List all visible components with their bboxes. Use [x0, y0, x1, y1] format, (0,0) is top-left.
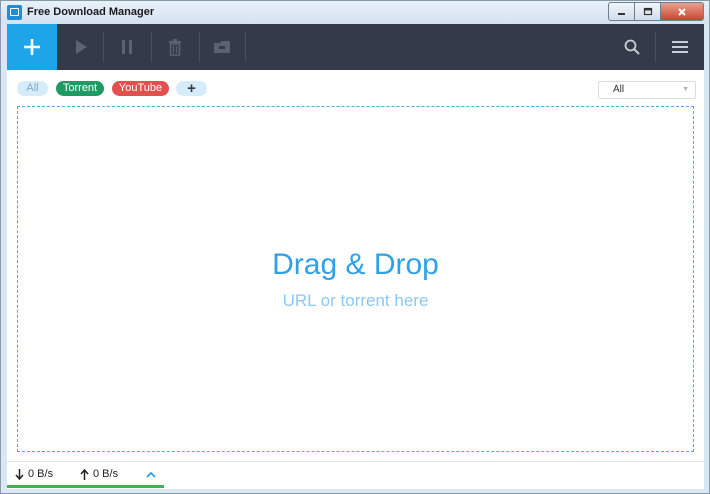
status-filter-select[interactable]: All ▼	[598, 81, 696, 99]
window-controls	[608, 2, 704, 21]
trash-icon	[169, 38, 181, 56]
upload-speed: 0 B/s	[80, 468, 118, 480]
maximize-button[interactable]	[635, 2, 661, 21]
play-icon	[76, 40, 87, 54]
move-button[interactable]	[210, 35, 234, 59]
download-speed: 0 B/s	[15, 468, 53, 480]
status-bar: 0 B/s 0 B/s	[7, 461, 704, 489]
filter-tag-all[interactable]: All	[17, 81, 48, 96]
drop-zone-subtitle: URL or torrent here	[282, 291, 429, 310]
speed-panel[interactable]: 0 B/s 0 B/s	[7, 462, 164, 488]
filter-bar: All Torrent YouTube + All ▼	[7, 70, 704, 106]
expand-button[interactable]	[146, 466, 156, 484]
minimize-icon	[618, 12, 625, 15]
toolbar-divider	[245, 32, 246, 62]
arrow-down-icon	[15, 468, 24, 480]
status-filter-value: All	[613, 84, 625, 95]
title-bar[interactable]: Free Download Manager	[1, 1, 709, 24]
toolbar-divider	[199, 32, 200, 62]
upload-speed-value: 0 B/s	[93, 468, 119, 480]
maximize-icon	[643, 7, 652, 16]
download-speed-value: 0 B/s	[28, 468, 54, 480]
filter-tag-youtube[interactable]: YouTube	[112, 81, 169, 96]
minimize-button[interactable]	[608, 2, 635, 21]
add-tag-button[interactable]: +	[176, 81, 207, 96]
app-logo-icon	[7, 5, 22, 20]
arrow-up-icon	[80, 468, 89, 480]
chevron-up-icon	[146, 471, 156, 478]
pause-button[interactable]	[115, 35, 139, 59]
menu-button[interactable]	[668, 35, 692, 59]
drop-zone[interactable]: Drag & Drop URL or torrent here	[17, 106, 694, 452]
window-title: Free Download Manager	[27, 6, 155, 18]
hamburger-menu-icon	[672, 41, 688, 53]
search-icon	[624, 39, 640, 55]
pause-icon	[122, 40, 132, 54]
close-button[interactable]	[661, 2, 704, 21]
toolbar-divider	[103, 32, 104, 62]
delete-button[interactable]	[163, 35, 187, 59]
search-button[interactable]	[620, 35, 644, 59]
drop-zone-title: Drag & Drop	[272, 248, 439, 281]
folder-icon	[214, 41, 230, 53]
app-window: Free Download Manager All Torrent YouTub…	[0, 0, 710, 494]
add-download-button[interactable]	[7, 24, 57, 70]
close-icon	[678, 7, 686, 16]
toolbar-divider	[151, 32, 152, 62]
filter-tag-torrent[interactable]: Torrent	[56, 81, 104, 96]
start-button[interactable]	[69, 35, 93, 59]
plus-icon	[24, 39, 40, 55]
app-content: All Torrent YouTube + All ▼ Drag & Drop …	[7, 24, 704, 489]
toolbar	[7, 24, 704, 70]
toolbar-divider	[655, 32, 656, 62]
chevron-down-icon: ▼	[682, 86, 689, 93]
